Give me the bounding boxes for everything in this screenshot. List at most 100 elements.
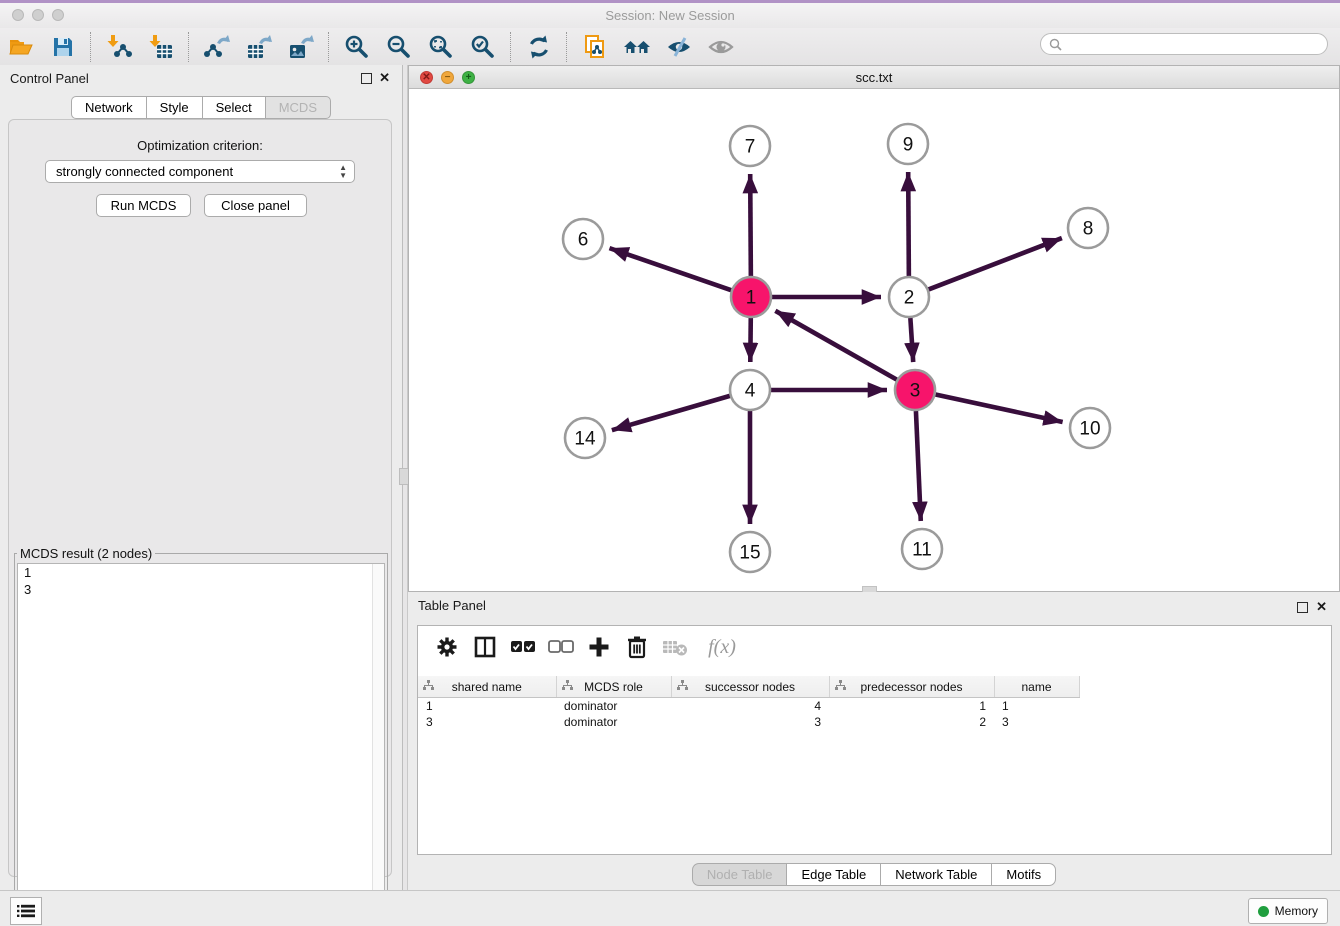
toolbar-separator [510,32,512,62]
window-title: Session: New Session [0,8,1340,23]
toolbar-separator [90,32,92,62]
export-table-icon[interactable] [244,32,274,62]
memory-button[interactable]: Memory [1248,898,1328,924]
table-cell[interactable]: 3 [418,714,556,730]
network-window-title: scc.txt [409,70,1339,85]
column-header-successor-nodes[interactable]: successor nodes [671,676,829,698]
graph-edge-3-11[interactable] [916,411,921,521]
control-panel-tabs: NetworkStyleSelectMCDS [0,96,402,119]
graph-edge-2-3[interactable] [910,318,913,362]
delete-column-icon[interactable] [623,633,651,661]
close-panel-icon[interactable]: ✕ [379,70,390,86]
criterion-dropdown[interactable]: strongly connected component ▲▼ [45,160,355,183]
table-tab-edge-table[interactable]: Edge Table [786,863,880,886]
mcds-result-fieldset: MCDS result (2 nodes) 13 [14,546,388,926]
table-cell[interactable]: 1 [829,698,994,715]
control-tab-select[interactable]: Select [202,96,265,119]
table-cell[interactable]: 1 [418,698,556,715]
dropdown-spinner-icon: ▲▼ [339,164,347,180]
new-network-from-selection-icon[interactable] [580,32,610,62]
function-builder-icon: f(x) [699,633,745,661]
graph-node-label: 1 [746,288,757,309]
window-top-accent [0,0,1340,3]
graph-edge-3-1[interactable] [775,311,896,380]
status-bar: Memory [0,890,1340,926]
split-view-icon[interactable] [471,633,499,661]
run-mcds-button[interactable]: Run MCDS [96,194,191,217]
settings-gear-icon[interactable] [433,633,461,661]
open-session-icon[interactable] [6,32,36,62]
show-all-icon[interactable] [706,32,736,62]
zoom-selected-icon[interactable] [468,32,498,62]
import-table-icon[interactable] [146,32,176,62]
table-cell[interactable]: 3 [994,714,1079,730]
hide-selected-icon[interactable] [664,32,694,62]
table-cell[interactable]: 3 [671,714,829,730]
zoom-fit-icon[interactable] [426,32,456,62]
table-row[interactable]: 1dominator411 [418,698,1331,715]
table-row[interactable]: 3dominator323 [418,714,1331,730]
result-scrollbar[interactable] [372,564,384,914]
table-cell[interactable]: 1 [994,698,1079,715]
table-panel-title: Table Panel [418,598,486,613]
network-graph[interactable]: 1234678910111415 [409,89,1339,591]
zoom-out-icon[interactable] [384,32,414,62]
graph-node-label: 7 [745,137,756,158]
task-history-button[interactable] [10,897,42,925]
zoom-in-icon[interactable] [342,32,372,62]
column-header-MCDS-role[interactable]: MCDS role [556,676,671,698]
column-header-predecessor-nodes[interactable]: predecessor nodes [829,676,994,698]
close-table-panel-icon[interactable]: ✕ [1316,599,1327,615]
mcds-panel: Optimization criterion: strongly connect… [8,119,392,877]
mcds-result-line: 3 [18,581,384,598]
home-icon[interactable] [622,32,652,62]
table-cell[interactable]: 4 [671,698,829,715]
search-icon [1049,38,1062,51]
mcds-result-textarea[interactable]: 13 [17,563,385,915]
graph-edge-2-9[interactable] [908,172,909,276]
table-cell[interactable]: 2 [829,714,994,730]
table-panel: Table Panel ✕ [408,592,1340,890]
node-table[interactable]: shared nameMCDS rolesuccessor nodesprede… [418,676,1331,730]
memory-status-icon [1258,906,1269,917]
control-tab-mcds[interactable]: MCDS [265,96,331,119]
node-table-container: f(x) shared nameMCDS rolesuccessor nodes… [417,625,1332,855]
save-session-icon[interactable] [48,32,78,62]
control-tab-style[interactable]: Style [146,96,202,119]
window-titlebar: Session: New Session [0,0,1340,29]
column-header-filler [1079,676,1331,698]
graph-node-label: 10 [1079,419,1100,440]
table-tab-node-table[interactable]: Node Table [692,863,787,886]
graph-edge-1-7[interactable] [750,174,751,276]
table-cell[interactable]: dominator [556,698,671,715]
graph-edge-4-14[interactable] [612,396,730,430]
table-cell[interactable]: dominator [556,714,671,730]
control-panel: Control Panel ✕ NetworkStyleSelectMCDS O… [0,65,402,890]
column-header-name[interactable]: name [994,676,1079,698]
graph-edge-1-6[interactable] [609,248,731,290]
apply-layout-icon[interactable] [524,32,554,62]
graph-node-label: 15 [739,543,760,564]
control-tab-network[interactable]: Network [71,96,146,119]
close-panel-button[interactable]: Close panel [204,194,307,217]
export-image-icon[interactable] [286,32,316,62]
graph-node-label: 8 [1083,219,1094,240]
float-panel-icon[interactable] [361,71,372,89]
optimization-criterion-label: Optimization criterion: [9,138,391,153]
column-header-shared-name[interactable]: shared name [418,676,556,698]
search-box[interactable] [1040,33,1328,55]
memory-label: Memory [1275,904,1318,918]
table-tab-network-table[interactable]: Network Table [880,863,991,886]
list-icon [17,904,35,918]
search-input[interactable] [1062,36,1306,52]
select-all-columns-icon[interactable] [509,633,537,661]
export-network-icon[interactable] [202,32,232,62]
graph-edge-2-8[interactable] [929,238,1062,289]
float-table-panel-icon[interactable] [1297,600,1308,618]
import-network-icon[interactable] [104,32,134,62]
table-tab-motifs[interactable]: Motifs [991,863,1056,886]
graph-edge-3-10[interactable] [936,394,1063,422]
add-column-icon[interactable] [585,633,613,661]
table-toolbar: f(x) [418,626,1331,668]
deselect-all-columns-icon[interactable] [547,633,575,661]
